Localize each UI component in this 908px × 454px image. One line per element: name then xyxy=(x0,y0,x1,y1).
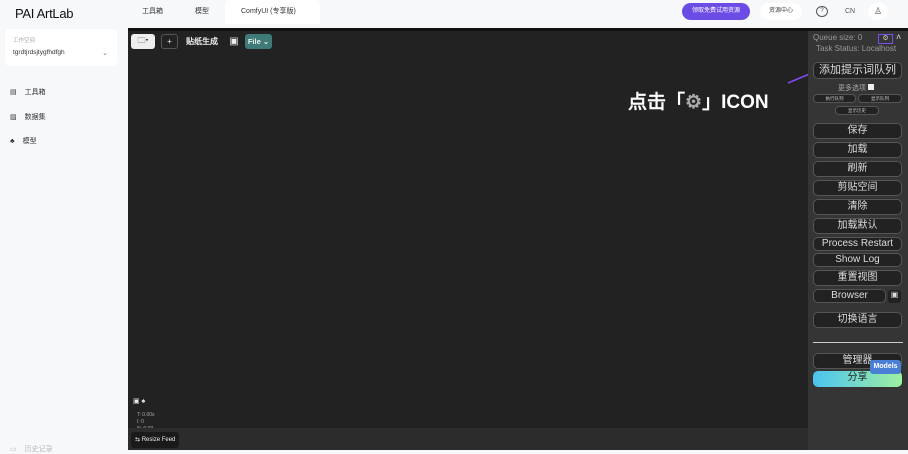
clipspace-button[interactable]: 剪贴空间 xyxy=(813,180,902,196)
image-icon[interactable]: ▣ xyxy=(228,34,240,49)
sidebar-item-dataset[interactable]: ▨ 数据集 xyxy=(10,112,46,122)
help-icon[interactable]: ? xyxy=(816,6,828,17)
workflow-title: 贴纸生成 xyxy=(186,37,218,46)
sidebar-item-label: 模型 xyxy=(22,138,37,145)
resource-center-button[interactable]: 资源中心 xyxy=(760,3,802,20)
annotation-text: 点击「⚙」ICON xyxy=(628,87,769,114)
sidebar-item-label: 工具箱 xyxy=(24,89,46,96)
save-button[interactable]: 保存 xyxy=(813,123,902,139)
save-disk-icon[interactable]: ▣ xyxy=(888,290,901,303)
stats-readout: T: 0.00sI: 0N: 0 [0] xyxy=(137,412,155,429)
browser-button[interactable]: Browser xyxy=(813,289,886,303)
more-options-checkbox[interactable]: 更多选项 xyxy=(838,83,874,93)
reset-view-button[interactable]: 重置视图 xyxy=(813,270,902,286)
tab-models[interactable]: 模型 xyxy=(195,0,209,24)
resize-feed-label: Resize Feed xyxy=(141,437,176,443)
comfyui-canvas[interactable]: 🗀▾ + 贴纸生成 ▣ File ⌄ 点击「⚙」ICON ▣ ♠ T: 0.00… xyxy=(128,28,908,450)
add-workflow-button[interactable]: + xyxy=(161,34,178,49)
bottom-bar: ⇆ Resize Feed xyxy=(128,428,808,450)
sidebar-item-history[interactable]: ▭ 历史记录 xyxy=(10,444,53,454)
process-restart-button[interactable]: Process Restart xyxy=(813,237,902,251)
load-button[interactable]: 加载 xyxy=(813,142,902,158)
file-menu[interactable]: File ⌄ xyxy=(245,34,272,49)
queue-prompt-button[interactable]: 添加提示词队列 xyxy=(813,62,902,79)
folder-menu-button[interactable]: 🗀▾ xyxy=(131,34,155,49)
divider xyxy=(813,342,903,343)
stat-time: T: 0.00s xyxy=(137,412,155,418)
sidebar-item-models[interactable]: ♣ 模型 xyxy=(10,136,37,146)
comfyui-menu-panel: Queue size: 0 ⚙ ˄ Task Status: Localhost… xyxy=(808,31,908,450)
sidebar-item-toolbox[interactable]: ▤ 工具箱 xyxy=(10,87,46,97)
collapse-icon[interactable]: ˄ xyxy=(896,32,901,42)
tab-label: ComfyUI (专享版) xyxy=(241,8,296,15)
more-options-label: 更多选项 xyxy=(838,85,866,92)
gear-icon: ⚙ xyxy=(685,92,703,113)
sidebar-item-label: 数据集 xyxy=(24,114,46,121)
stat-iterations: I: 0 xyxy=(137,419,144,425)
user-avatar-icon[interactable]: ♙ xyxy=(868,3,888,20)
chevron-down-icon: ⌄ xyxy=(102,50,108,57)
workspace-value: tgrdtjrdsjtygfhdfgh xyxy=(13,49,65,56)
node-icons[interactable]: ▣ ♠ xyxy=(133,397,145,405)
refresh-button[interactable]: 刷新 xyxy=(813,161,902,177)
logo: PAI ArtLab xyxy=(15,6,74,21)
history-icon: ▭ xyxy=(10,446,17,453)
models-badge[interactable]: Models xyxy=(870,360,901,374)
switch-language-button[interactable]: 切换语言 xyxy=(813,312,902,328)
dataset-icon: ▨ xyxy=(10,114,17,121)
language-switch[interactable]: CN xyxy=(840,3,860,20)
show-history-button[interactable]: 显示历史 xyxy=(835,106,879,115)
tab-toolbox[interactable]: 工具箱 xyxy=(142,0,163,24)
workspace-selector[interactable]: 工作空间 tgrdtjrdsjtygfhdfgh ⌄ xyxy=(5,29,117,66)
annotation-prefix: 点击「 xyxy=(628,92,686,113)
model-icon: ♣ xyxy=(10,137,15,145)
toolbox-icon: ▤ xyxy=(10,89,17,96)
tab-comfyui[interactable]: ComfyUI (专享版) × xyxy=(225,0,320,39)
workspace-label: 工作空间 xyxy=(13,38,36,44)
queue-size: Queue size: 0 xyxy=(813,33,863,42)
load-default-button[interactable]: 加载默认 xyxy=(813,218,902,234)
free-trial-button[interactable]: 领取免费试用资源 xyxy=(682,3,750,20)
resize-feed-button[interactable]: ⇆ Resize Feed xyxy=(131,432,180,448)
view-queue-button[interactable]: 执行队列 xyxy=(813,94,856,103)
show-queue-button[interactable]: 显示队列 xyxy=(858,94,902,103)
sidebar-item-label: 历史记录 xyxy=(24,446,53,453)
clear-button[interactable]: 清除 xyxy=(813,199,902,215)
task-status: Task Status: Localhost xyxy=(816,44,897,53)
show-log-button[interactable]: Show Log xyxy=(813,253,902,267)
annotation-suffix: 」ICON xyxy=(702,92,769,113)
settings-gear-icon[interactable]: ⚙ xyxy=(878,34,893,44)
file-menu-label: File xyxy=(247,37,261,46)
